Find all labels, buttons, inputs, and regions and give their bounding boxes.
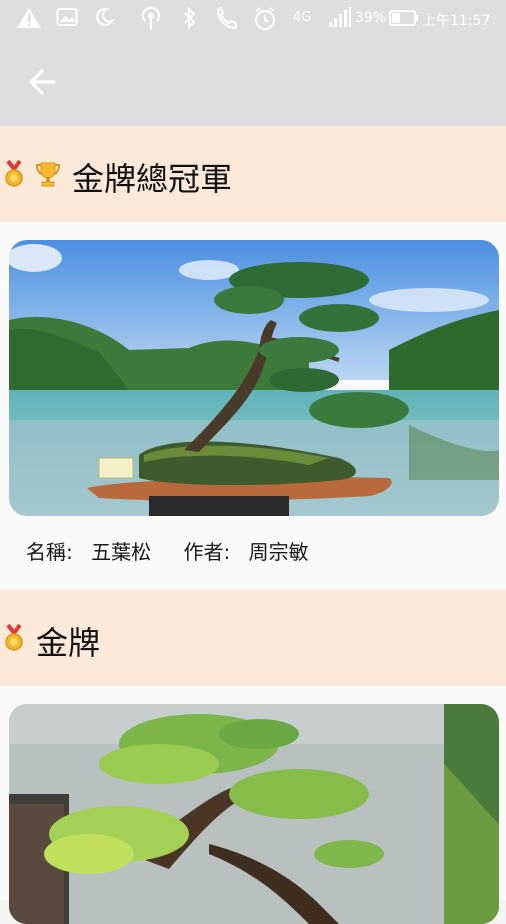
app-bar [0,38,506,126]
medal-icon [5,624,23,651]
bonsai-photo[interactable] [9,704,499,924]
section-title: 金牌總冠軍 [72,160,233,198]
name-label: 名稱: [26,540,73,564]
status-bar: 4G 39% 上午11:57 [0,0,506,38]
call-icon [216,6,237,30]
battery-icon [389,10,418,26]
medal-icon [5,160,23,187]
trophy-icon [35,162,61,187]
battery-percent: 39% [355,10,387,26]
warning-icon [17,8,41,28]
arrow-left-icon [29,69,56,95]
moon-icon [96,7,115,26]
bonsai-card[interactable]: 名稱: 五葉松 作者: 周宗敏 [0,222,506,588]
bonsai-card[interactable] [0,686,506,924]
bonsai-photo[interactable] [9,240,499,516]
hotspot-icon [142,6,160,30]
back-button[interactable] [24,66,64,98]
section-header-gold: 金牌 [0,590,506,686]
clock: 上午11:57 [422,13,491,29]
signal-icon [329,7,351,27]
image-icon [56,8,78,26]
section-header-grand-champion: 金牌總冠軍 [0,126,506,222]
network-4g-icon: 4G [293,10,312,25]
alarm-icon [255,7,275,30]
bonsai-name: 五葉松 [91,540,152,564]
bonsai-caption: 名稱: 五葉松 作者: 周宗敏 [26,536,309,565]
section-title: 金牌 [36,624,101,662]
bonsai-author: 周宗敏 [248,540,309,564]
author-label: 作者: [183,540,231,564]
bluetooth-icon [184,6,196,30]
